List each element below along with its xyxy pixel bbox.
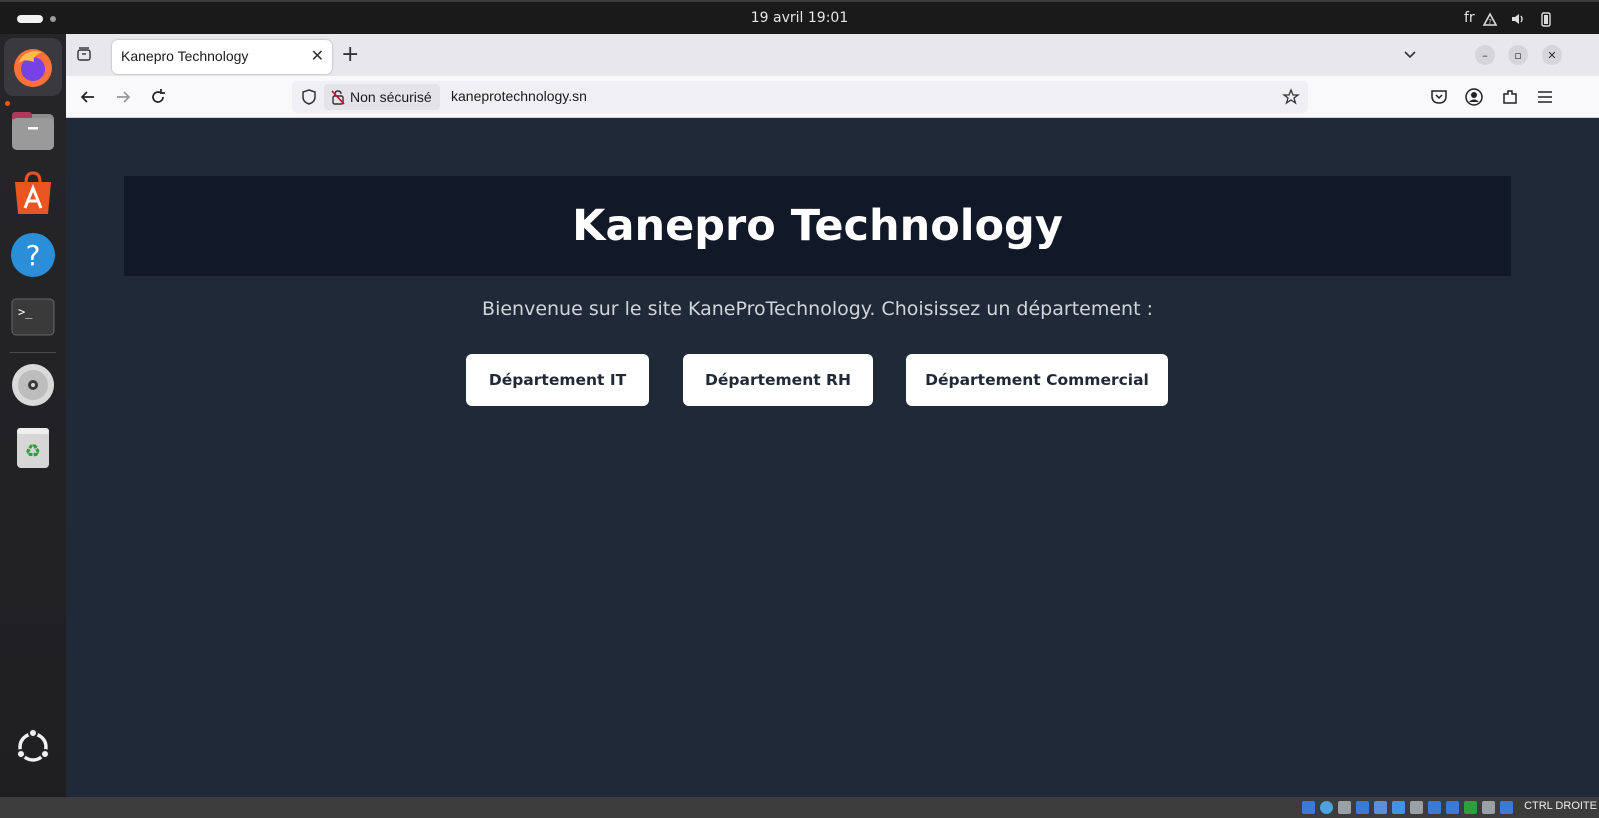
battery-icon[interactable] (1538, 11, 1554, 27)
vm-display-icon[interactable] (1428, 801, 1441, 814)
url-text[interactable]: kaneprotechnology.sn (451, 88, 587, 104)
reload-icon[interactable] (148, 87, 168, 107)
vm-network-icon[interactable] (1374, 801, 1387, 814)
terminal-icon: >_ (11, 298, 55, 336)
dock-item-files[interactable] (4, 102, 62, 160)
network-icon[interactable]: ? (1482, 11, 1498, 27)
not-secure-label: Non sécurisé (350, 89, 432, 105)
vm-optical-icon[interactable] (1320, 801, 1333, 814)
app-center-icon (15, 171, 51, 214)
department-rh-button[interactable]: Département RH (683, 354, 873, 406)
disc-icon (12, 364, 54, 406)
tab-overview-icon[interactable] (76, 46, 92, 62)
firefox-icon (14, 49, 52, 87)
keyboard-language[interactable]: fr (1464, 10, 1475, 26)
svg-text:>_: >_ (18, 305, 33, 319)
help-icon: ? (11, 233, 55, 277)
dock-item-firefox[interactable] (4, 38, 62, 96)
dock-item-help[interactable]: ? (4, 226, 62, 284)
svg-text:?: ? (1488, 18, 1492, 26)
vm-usb-icon[interactable] (1392, 801, 1405, 814)
system-top-bar: 19 avril 19:01 fr ? (0, 0, 1599, 34)
trash-icon: ♻ (17, 428, 49, 468)
close-window-button[interactable]: ✕ (1542, 45, 1562, 65)
host-key-label: CTRL DROITE (1524, 800, 1597, 812)
dock-item-trash[interactable]: ♻ (4, 418, 62, 476)
back-arrow-icon[interactable] (78, 87, 98, 107)
vm-cpu-icon[interactable] (1464, 801, 1477, 814)
clock[interactable]: 19 avril 19:01 (0, 10, 1599, 26)
department-it-button[interactable]: Département IT (466, 354, 649, 406)
vm-audio-icon[interactable] (1356, 801, 1369, 814)
tab-bar: Kanepro Technology ✕ + – ▫ ✕ (66, 34, 1599, 76)
new-tab-button[interactable]: + (341, 42, 359, 67)
department-commercial-button[interactable]: Département Commercial (906, 354, 1168, 406)
tab-close-icon[interactable]: ✕ (311, 46, 324, 65)
svg-text:♻: ♻ (25, 441, 41, 462)
broken-lock-icon (331, 90, 345, 105)
dock-item-disc[interactable] (4, 356, 62, 414)
menu-hamburger-icon[interactable] (1535, 87, 1555, 107)
dock-item-show-apps[interactable] (4, 718, 62, 776)
navigation-bar: Non sécurisé kaneprotechnology.sn (66, 76, 1599, 118)
address-bar[interactable]: Non sécurisé kaneprotechnology.sn (292, 81, 1308, 113)
forward-arrow-icon[interactable] (113, 87, 133, 107)
page-title: Kanepro Technology (572, 201, 1063, 251)
vm-status-bar: CTRL DROITE (0, 797, 1599, 818)
account-icon[interactable] (1464, 87, 1484, 107)
web-page: Kanepro Technology Bienvenue sur le site… (66, 118, 1599, 797)
files-icon (12, 112, 54, 150)
pocket-icon[interactable] (1429, 87, 1449, 107)
volume-icon[interactable] (1510, 11, 1526, 27)
vm-hostkey-icon[interactable] (1500, 801, 1513, 814)
vm-shared-folder-icon[interactable] (1410, 801, 1423, 814)
page-header: Kanepro Technology (124, 176, 1511, 276)
vm-mouse-icon[interactable] (1482, 801, 1495, 814)
not-secure-indicator[interactable]: Non sécurisé (324, 84, 440, 110)
minimize-button[interactable]: – (1475, 45, 1495, 65)
tab-title: Kanepro Technology (121, 48, 249, 64)
dock-separator (10, 352, 56, 353)
dock-item-app-center[interactable] (4, 164, 62, 222)
dock-item-terminal[interactable]: >_ (4, 288, 62, 346)
vm-recording-icon[interactable] (1446, 801, 1459, 814)
extensions-icon[interactable] (1500, 87, 1520, 107)
vm-floppy-icon[interactable] (1338, 801, 1351, 814)
maximize-button[interactable]: ▫ (1508, 45, 1528, 65)
svg-text:?: ? (26, 239, 41, 272)
tab-active[interactable]: Kanepro Technology ✕ (112, 40, 332, 74)
shield-icon[interactable] (300, 88, 318, 106)
dock: ? >_ ♻ (0, 34, 66, 797)
ubuntu-apps-icon (16, 728, 50, 762)
bookmark-star-icon[interactable] (1282, 88, 1300, 106)
tab-list-chevron-icon[interactable] (1402, 46, 1418, 62)
vm-storage-icon[interactable] (1302, 801, 1315, 814)
welcome-text: Bienvenue sur le site KaneProTechnology.… (482, 298, 1153, 320)
browser-window: Kanepro Technology ✕ + – ▫ ✕ Non sécuris… (66, 34, 1599, 797)
